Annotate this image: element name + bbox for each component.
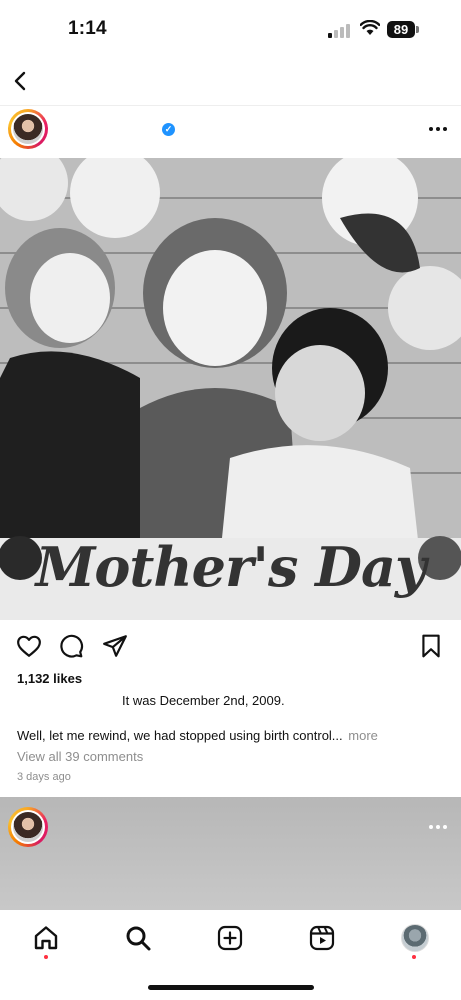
profile-tab-avatar[interactable]	[401, 924, 429, 952]
cellular-signal-icon	[328, 24, 350, 38]
home-indicator	[148, 985, 314, 990]
bookmark-icon[interactable]	[418, 633, 444, 659]
comment-icon[interactable]	[58, 633, 84, 659]
caption-title: It was December 2nd, 2009.	[122, 693, 285, 708]
caption-more-link[interactable]: more	[348, 728, 378, 743]
wifi-icon	[360, 20, 380, 35]
heart-icon[interactable]	[16, 633, 42, 659]
post-image-text: Mother's Day	[35, 535, 427, 599]
battery-indicator: 89	[387, 21, 415, 38]
profile-notification-dot	[412, 955, 416, 959]
likes-count[interactable]: 1,132 likes	[17, 671, 82, 686]
status-time: 1:14	[68, 18, 107, 39]
back-chevron-icon[interactable]	[10, 70, 32, 92]
view-comments-link[interactable]: View all 39 comments	[17, 749, 143, 764]
search-icon[interactable]	[124, 924, 152, 952]
post-timestamp: 3 days ago	[17, 771, 71, 783]
home-icon[interactable]	[32, 924, 60, 952]
caption: Well, let me rewind, we had stopped usin…	[17, 728, 378, 743]
send-icon[interactable]	[102, 633, 128, 659]
next-post-image[interactable]	[0, 797, 461, 910]
verified-badge-icon: ✓	[162, 123, 175, 136]
caption-text: Well, let me rewind, we had stopped usin…	[17, 728, 343, 743]
reels-icon[interactable]	[308, 924, 336, 952]
next-post-author-avatar[interactable]	[8, 807, 48, 847]
avatar-photo	[13, 812, 43, 842]
create-post-icon[interactable]	[216, 924, 244, 952]
avatar-photo	[13, 114, 43, 144]
battery-cap	[416, 26, 419, 33]
post-author-avatar[interactable]	[8, 109, 48, 149]
next-post-more-options-icon[interactable]	[429, 825, 447, 829]
more-options-icon[interactable]	[429, 127, 447, 131]
header-divider	[0, 105, 461, 106]
home-notification-dot	[44, 955, 48, 959]
